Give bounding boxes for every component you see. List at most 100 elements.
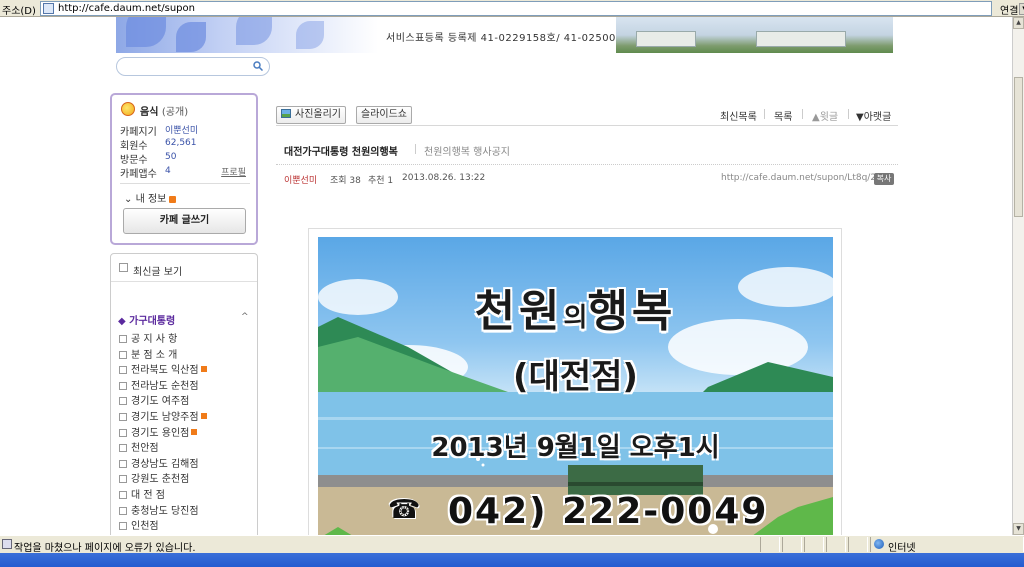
menu-item-label: 인천점 <box>131 521 159 533</box>
menu-item[interactable]: 강원도 춘천점 <box>119 470 189 485</box>
cafe-banner[interactable]: 서비스표등록 등록제 41-0229158호/ 41-0250074호 <box>116 17 893 53</box>
cafe-host-value[interactable]: 이뿐선미 <box>165 123 198 136</box>
copy-url-button[interactable]: 복사 <box>874 173 894 185</box>
menu-item[interactable]: 경기도 여주점 <box>119 392 189 407</box>
slideshow-button[interactable]: 슬라이드쇼 <box>356 106 412 124</box>
board-icon <box>119 459 127 468</box>
menu-item-label: 공 지 사 항 <box>131 334 178 345</box>
list-link[interactable]: 목록 <box>774 108 792 123</box>
my-info-toggle[interactable]: ⌄ 내 정보 <box>124 190 177 205</box>
menu-item[interactable]: 경기도 용인점 <box>119 424 198 439</box>
prev-post-link[interactable]: ▲윗글 <box>812 108 838 123</box>
member-count-value[interactable]: 62,561 <box>165 138 197 148</box>
latest-list-link[interactable]: 최신목록 <box>720 108 757 123</box>
page-content: 서비스표등록 등록제 41-0229158호/ 41-0250074호 음식 (… <box>0 17 1012 535</box>
menu-item-label: 충청남도 당진점 <box>131 505 199 517</box>
visit-count-value: 50 <box>165 152 177 162</box>
post-recommend: 추천 1 <box>368 176 394 186</box>
member-count-label: 회원수 <box>120 141 148 152</box>
banner-photo <box>616 17 893 53</box>
board-icon <box>119 397 127 406</box>
taskbar <box>0 553 1024 567</box>
chevron-down-icon: ⌄ <box>124 194 133 205</box>
post-title: 천원의행복 행사공지 <box>424 147 510 158</box>
cafe-status: (공개) <box>161 107 189 118</box>
menu-group-title[interactable]: ◆ 가구대통령 <box>118 312 175 327</box>
event-poster-image: 천원의행복 (대전점) 2013년 9월1일 오후1시 ☎ 042) 222-0… <box>318 237 833 535</box>
menu-item-label: 천안점 <box>131 443 159 455</box>
menu-item[interactable]: 대 전 점 <box>119 486 165 501</box>
post-url[interactable]: http://cafe.daum.net/supon/Lt8q/251 <box>721 173 888 183</box>
poster-title: 천원의행복 <box>474 286 677 337</box>
address-label: 주소(D) <box>2 6 36 17</box>
page-icon <box>43 3 54 14</box>
menu-item[interactable]: 공 지 사 항 <box>119 330 177 345</box>
scroll-down-icon[interactable]: ▼ <box>1013 523 1024 535</box>
menu-item[interactable]: 경기도 남양주점 <box>119 408 207 423</box>
board-icon <box>119 335 127 343</box>
search-input[interactable] <box>116 57 270 76</box>
menu-item-label: 전라북도 익산점 <box>131 365 199 377</box>
address-input[interactable]: http://cafe.daum.net/supon ▼ <box>40 1 1024 16</box>
poster-date: 2013년 9월1일 오후1시 <box>431 433 720 463</box>
page-error-icon[interactable] <box>2 539 12 549</box>
go-button[interactable]: 연결 <box>1000 2 1018 17</box>
post-meta: 이뿐선미 조회 38 추천 1 2013.08.26. 13:22 http:/… <box>276 172 898 188</box>
cafe-level-icon <box>121 102 135 116</box>
cafe-name[interactable]: 음식 (공개) <box>140 103 188 118</box>
menu-item[interactable]: 전라남도 순천점 <box>119 377 199 392</box>
menu-item-label: 경기도 남양주점 <box>131 412 199 423</box>
cafe-menu: 최신글 보기 ◆ 가구대통령 ^ 공 지 사 항분 점 소 개전라북도 익산점 전… <box>110 253 258 535</box>
menu-item-label: 강원도 춘천점 <box>131 474 190 486</box>
board-icon <box>119 444 127 453</box>
new-posts-link[interactable]: 최신글 보기 <box>111 254 257 282</box>
board-icon <box>119 506 127 515</box>
post-views: 조회 38 <box>330 176 361 186</box>
cafe-app-count-value: 4 <box>165 166 171 176</box>
banner-graphic <box>116 17 378 53</box>
menu-item[interactable]: 충청남도 당진점 <box>119 502 199 517</box>
write-post-button[interactable]: 카페 글쓰기 <box>123 208 246 234</box>
poster-subtitle: (대전점) <box>513 357 638 397</box>
scroll-up-icon[interactable]: ▲ <box>1013 17 1024 29</box>
board-icon <box>119 381 127 390</box>
post-category[interactable]: 대전가구대통령 천원의행복 <box>284 143 398 158</box>
menu-item-label: 경기도 용인점 <box>131 427 190 439</box>
post-author[interactable]: 이뿐선미 <box>284 173 317 186</box>
new-badge-icon <box>191 428 198 435</box>
security-zone: 인터넷 <box>888 543 916 554</box>
visit-count-label: 방문수 <box>120 155 148 166</box>
menu-item[interactable]: 천안점 <box>119 439 159 454</box>
status-bar: 작업을 마쳤으나 페이지에 오류가 있습니다. 인터넷 <box>0 535 1024 554</box>
board-icon <box>119 475 127 484</box>
scroll-thumb[interactable] <box>1014 77 1023 217</box>
cafe-host-label: 카페지기 <box>120 127 157 138</box>
address-url: http://cafe.daum.net/supon <box>58 3 195 14</box>
menu-item[interactable]: 분 점 소 개 <box>119 346 177 361</box>
list-icon <box>119 263 128 272</box>
banner-registration-text: 서비스표등록 등록제 41-0229158호/ 41-0250074호 <box>386 33 640 44</box>
menu-item[interactable]: 전라북도 익산점 <box>119 361 207 376</box>
board-icon <box>119 428 127 437</box>
collapse-icon[interactable]: ^ <box>241 312 249 322</box>
menu-item[interactable]: 인천점 <box>119 517 159 532</box>
new-badge-icon <box>200 413 207 419</box>
new-badge-icon <box>200 366 207 373</box>
internet-zone-icon <box>874 539 884 549</box>
vertical-scrollbar[interactable]: ▲ ▼ <box>1012 17 1024 535</box>
board-icon <box>119 350 127 359</box>
cafe-app-count-label: 카페앱수 <box>120 169 157 180</box>
address-bar: 주소(D) http://cafe.daum.net/supon ▼ 연결 <box>0 0 1024 17</box>
chevron-down-icon[interactable]: ▼ <box>1019 3 1024 15</box>
photo-upload-button[interactable]: 사진올리기 <box>276 106 346 124</box>
telephone-icon: ☎ <box>388 495 421 525</box>
menu-item[interactable]: 경상남도 김해점 <box>119 455 199 470</box>
new-badge-icon <box>169 195 177 203</box>
profile-link[interactable]: 프로필 <box>221 165 246 178</box>
menu-item-label: 경상남도 김해점 <box>131 458 199 470</box>
next-post-link[interactable]: ▼아랫글 <box>856 108 891 123</box>
search-icon[interactable] <box>253 61 263 71</box>
poster-phone: 042) 222-0049 <box>448 491 769 532</box>
status-text: 작업을 마쳤으나 페이지에 오류가 있습니다. <box>14 543 196 554</box>
menu-item-label: 대 전 점 <box>131 490 165 501</box>
